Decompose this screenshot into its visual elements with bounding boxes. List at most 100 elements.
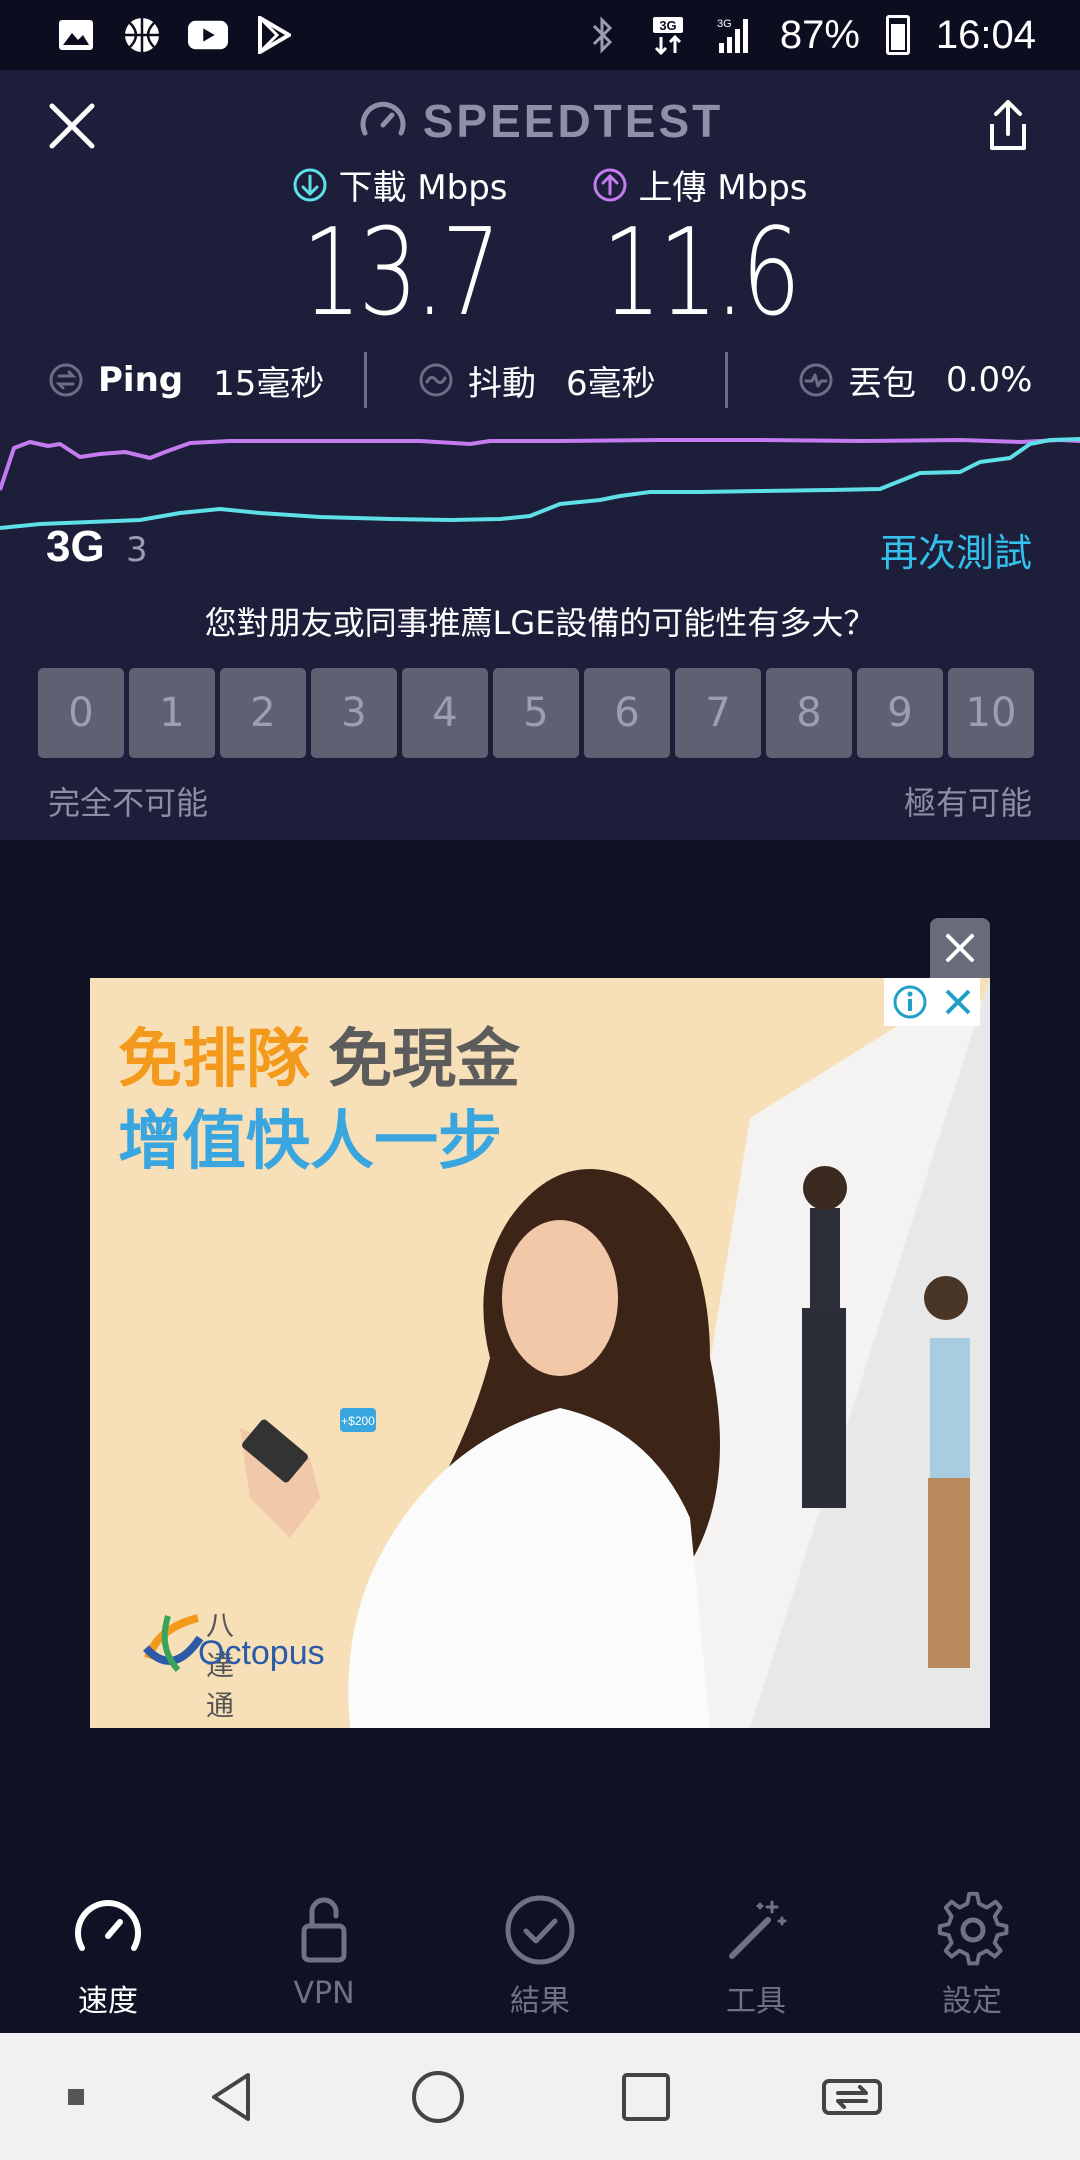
play-store-icon — [254, 15, 294, 55]
rating-scale: 0 1 2 3 4 5 6 7 8 9 10 — [38, 668, 1034, 758]
battery-percent: 87% — [779, 12, 860, 57]
nav-tools[interactable]: 工具 — [648, 1868, 864, 2033]
scale-low-label: 完全不可能 — [48, 784, 209, 822]
rating-option[interactable]: 2 — [220, 668, 306, 758]
signal-icon: 3G — [714, 15, 754, 55]
nav-results[interactable]: 結果 — [432, 1868, 648, 2033]
jitter-value: 6毫秒 — [566, 363, 656, 404]
nav-settings[interactable]: 設定 — [864, 1868, 1080, 2033]
brand: SPEEDTEST — [0, 94, 1080, 148]
ping-label: Ping — [98, 360, 184, 400]
nav-label: VPN — [293, 1976, 355, 2011]
packet-loss-icon — [799, 363, 833, 397]
home-icon — [412, 2071, 464, 2123]
status-right: 3G 3G 87% 16:04 — [582, 13, 1036, 58]
octopus-logo: 八達通 Octopus — [138, 1608, 325, 1722]
rating-option[interactable]: 3 — [311, 668, 397, 758]
scale-high-label: 極有可能 — [903, 784, 1032, 822]
retest-button[interactable]: 再次測試 — [880, 522, 1032, 577]
upload-value: 11.6 — [602, 204, 801, 343]
upload-icon — [593, 168, 627, 201]
rating-option[interactable]: 9 — [857, 668, 943, 758]
nav-label: 速度 — [78, 1984, 138, 2019]
jitter-stat: 抖動 6毫秒 — [418, 356, 656, 405]
youtube-icon — [188, 15, 228, 55]
rating-option[interactable]: 5 — [493, 668, 579, 758]
recents-icon — [622, 2073, 670, 2121]
ad-headline-1a: 免排隊 — [118, 1023, 310, 1097]
connection-subtype: 3 — [126, 530, 148, 570]
brand-title: SPEEDTEST — [422, 95, 724, 147]
survey-question: 您對朋友或同事推薦LGE設備的可能性有多大？ — [204, 604, 876, 642]
connection-type: 3G — [46, 522, 105, 571]
rating-option[interactable]: 10 — [948, 668, 1034, 758]
rating-option[interactable]: 7 — [675, 668, 761, 758]
check-circle-icon — [505, 1895, 575, 1965]
close-icon — [946, 934, 974, 962]
basketball-icon — [122, 15, 162, 55]
download-label: 下載 Mbps — [338, 168, 508, 208]
ping-stat: Ping 15毫秒 — [48, 356, 324, 405]
status-bar: 3G 3G 87% 16:04 — [0, 0, 1080, 70]
gear-icon — [937, 1891, 1009, 1966]
data-3g-icon: 3G — [648, 15, 688, 55]
lock-icon — [301, 1897, 347, 1963]
clock: 16:04 — [935, 12, 1036, 57]
upload-label-row: 上傳 Mbps — [520, 160, 880, 209]
download-metric: 下載 Mbps 13.7 — [230, 160, 570, 337]
nav-vpn[interactable]: VPN — [216, 1868, 432, 2033]
bottom-nav: 速度 VPN 結果 工具 設定 — [0, 1868, 1080, 2033]
svg-text:3G: 3G — [717, 18, 732, 30]
close-icon[interactable] — [943, 987, 973, 1017]
packet-loss-value: 0.0% — [946, 360, 1033, 400]
battery-icon — [885, 15, 910, 55]
rating-option[interactable]: 4 — [402, 668, 488, 758]
ad-headline-1b: 免現金 — [328, 1023, 520, 1097]
ping-value: 15毫秒 — [213, 363, 325, 404]
download-icon — [293, 168, 327, 201]
upload-graph-line — [0, 438, 1080, 491]
recents-button[interactable] — [614, 2065, 678, 2129]
packet-loss-stat: 丟包 0.0% — [798, 356, 1032, 405]
octopus-brand-en: Octopus — [198, 1634, 325, 1672]
rating-option[interactable]: 6 — [584, 668, 670, 758]
ad-headline-1: 免排隊 免現金 — [118, 1008, 520, 1100]
ad-headline-2: 增值快人一步 — [118, 1105, 502, 1179]
bluetooth-icon — [582, 15, 622, 55]
status-left — [56, 15, 294, 55]
ad-choices[interactable] — [884, 978, 980, 1026]
notification-dot-button[interactable] — [44, 2065, 108, 2129]
download-label-row: 下載 Mbps — [230, 160, 570, 209]
jitter-icon — [419, 363, 453, 397]
jitter-label: 抖動 — [468, 363, 536, 404]
ping-icon — [49, 363, 83, 397]
svg-text:+$200: +$200 — [341, 1414, 375, 1428]
system-nav-bar — [0, 2033, 1080, 2160]
ad-dismiss-button[interactable] — [930, 918, 990, 978]
info-icon[interactable] — [892, 984, 928, 1020]
svg-text:3G: 3G — [659, 18, 676, 33]
switch-app-icon — [822, 2079, 882, 2115]
square-dot-icon — [68, 2089, 84, 2105]
share-icon — [990, 100, 1026, 150]
packet-loss-label: 丟包 — [848, 363, 916, 404]
gallery-icon — [56, 15, 96, 55]
back-icon — [212, 2073, 250, 2121]
upload-label: 上傳 Mbps — [638, 168, 808, 208]
home-button[interactable] — [406, 2065, 470, 2129]
dual-window-button[interactable] — [820, 2065, 884, 2129]
speedtest-logo-icon — [360, 101, 406, 136]
rating-option[interactable]: 8 — [766, 668, 852, 758]
share-button[interactable] — [972, 90, 1044, 162]
back-button[interactable] — [200, 2065, 264, 2129]
nav-label: 工具 — [726, 1984, 786, 2019]
download-value: 13.7 — [302, 204, 501, 343]
rating-option[interactable]: 1 — [129, 668, 215, 758]
rating-option[interactable]: 0 — [38, 668, 124, 758]
magic-wand-icon — [729, 1900, 787, 1959]
speedometer-icon — [75, 1900, 141, 1951]
nav-speed[interactable]: 速度 — [0, 1868, 216, 2033]
nav-label: 結果 — [510, 1984, 570, 2019]
advertisement[interactable]: +$200 免排隊 免現金 增值快人一步 八達通 Octopus — [90, 978, 990, 1728]
result-panel: SPEEDTEST 下載 Mbps 13.7 上傳 Mbps 11.6 Ping… — [0, 70, 1080, 840]
